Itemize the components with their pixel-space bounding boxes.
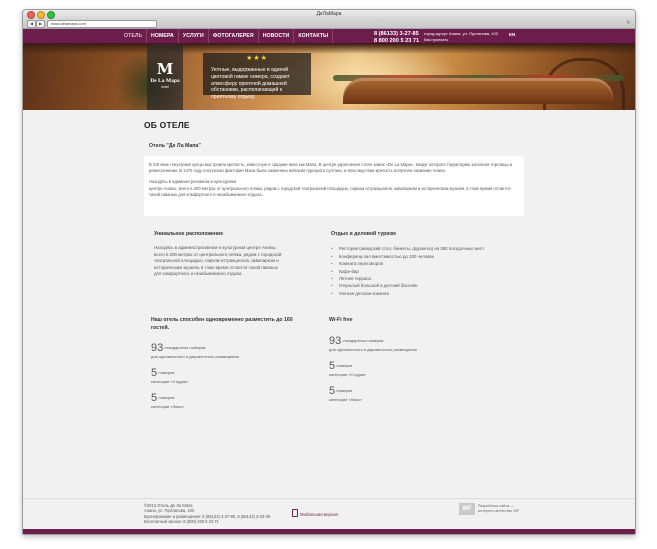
mobile-version-label: Мобильная версия xyxy=(300,512,338,517)
stat-number: 5 xyxy=(329,360,336,373)
intro-paragraph-1: В XIII веке генуэзские купцы выстроили к… xyxy=(149,162,512,174)
stat-lux-rooms: 5 номеров категории «Люкс» xyxy=(151,391,301,409)
back-button[interactable]: ◀ xyxy=(27,20,36,28)
stat-number: 5 xyxy=(151,391,158,404)
page-title: ОБ ОТЕЛЕ xyxy=(144,120,190,130)
stat-number: 93 xyxy=(329,335,342,348)
stat-standard-rooms: 93 стандартных номеров для одноместного … xyxy=(329,335,489,353)
header-address: город-курорт Анапа, ул. Протапова, 102 К… xyxy=(424,31,498,43)
address-bar[interactable]: www.delamara.com xyxy=(47,20,157,28)
menu-item-gallery[interactable]: ФОТОГАЛЕРЕЯ xyxy=(209,29,259,43)
stat-unit: номеров xyxy=(336,363,353,369)
developer-logo[interactable]: WF xyxy=(459,503,475,515)
language-switch[interactable]: EN xyxy=(509,32,515,37)
mobile-version-link[interactable]: Мобильная версия xyxy=(292,509,338,517)
header-phones: 8 (86133) 3-27-85 8 800 200 5 23 71 xyxy=(374,31,419,44)
list-item: Открытый большой и детский бассейн xyxy=(331,282,511,290)
leisure-title: Отдых и деловой туризм xyxy=(331,231,396,237)
leisure-section: Отдых и деловой туризм Ресторан (шведски… xyxy=(331,231,511,298)
developer-credit-line-2: интернет-агентство WF xyxy=(478,509,520,513)
stat-unit: стандартных номеров xyxy=(342,338,384,344)
list-item: Уютная детская комната xyxy=(331,290,511,298)
hero-banner: M De La Mapa hotel ★★★ Уютные, выдержанн… xyxy=(23,44,635,110)
list-item: Летняя терраса xyxy=(331,275,511,283)
forward-button[interactable]: ▶ xyxy=(36,20,45,28)
footer-free-call: Бесплатный звонок: 8 (800) 200 5 23 71 xyxy=(144,519,219,525)
hotel-subtitle: Отель "Де Ла Мапа" xyxy=(149,143,201,149)
menu-item-contacts[interactable]: КОНТАКТЫ xyxy=(294,29,334,43)
stat-description: для одноместного и двухместного размещен… xyxy=(329,347,417,353)
site-header: ОТЕЛЬ НОМЕРА УСЛУГИ ФОТОГАЛЕРЕЯ НОВОСТИ … xyxy=(23,29,635,44)
logo-subtext: hotel xyxy=(161,85,169,89)
stat-studio-rooms: 5 номеров категории «Студия» xyxy=(151,366,301,384)
directions-link[interactable]: Как проехать xyxy=(424,37,498,43)
hero-reception-desk xyxy=(343,78,613,104)
wifi-section: Wi-Fi free 93 стандартных номеров для од… xyxy=(329,317,489,411)
star-rating-icon: ★★★ xyxy=(246,55,268,62)
wifi-title: Wi-Fi free xyxy=(329,317,353,323)
logo-text: De La Mapa xyxy=(150,78,180,84)
stat-unit: номеров xyxy=(336,388,353,394)
phone-1: 8 (86133) 3-27-85 xyxy=(374,31,419,37)
intro-paragraph-2: Находясь в административном и культурном… xyxy=(149,179,519,198)
menu-item-rooms[interactable]: НОМЕРА xyxy=(147,29,179,43)
intro-paragraph-2-line-1: Находясь в административном и культурном xyxy=(149,179,237,185)
menu-item-news[interactable]: НОВОСТИ xyxy=(259,29,295,43)
location-text: Находясь в административном и культурном… xyxy=(154,245,282,277)
stat-description: категории «Студия» xyxy=(329,372,367,378)
leisure-list: Ресторан (шведский стол, банкеты, фуршет… xyxy=(331,245,511,297)
list-item: Ресторан (шведский стол, банкеты, фуршет… xyxy=(331,245,511,253)
intro-block: В XIII веке генуэзские купцы выстроили к… xyxy=(144,156,524,216)
list-item: Конференц-зал вместимостью до 100 челове… xyxy=(331,253,511,261)
footer-info: ©2013 Отель Де Ла Мапа Анапа, ул. Протап… xyxy=(144,503,270,525)
site-logo[interactable]: M De La Mapa hotel xyxy=(147,45,183,110)
stat-studio-rooms: 5 номеров категории «Студия» xyxy=(329,360,489,378)
stat-unit: номеров xyxy=(158,369,175,375)
browser-toolbar: ◀ ▶ www.delamara.com ↻ xyxy=(23,19,635,29)
stat-description: для одноместного и двухместного размещен… xyxy=(151,353,239,359)
stat-standard-rooms: 93 стандартных номеров для одноместного … xyxy=(151,341,301,359)
reload-icon[interactable]: ↻ xyxy=(625,20,632,26)
window-title: ДеЛаМара xyxy=(316,11,342,17)
developer-credit[interactable]: Разработка сайта — интернет-агентство WF xyxy=(478,504,519,514)
stat-number: 93 xyxy=(151,341,164,354)
capacity-title: Наш отель способен одновременно размести… xyxy=(151,317,293,331)
stat-unit: стандартных номеров xyxy=(164,344,206,350)
stat-description: категории «Люкс» xyxy=(151,403,185,409)
stat-description: категории «Студия» xyxy=(151,378,189,384)
capacity-section: Наш отель способен одновременно размести… xyxy=(151,317,301,418)
site-footer: ©2013 Отель Де Ла Мапа Анапа, ул. Протап… xyxy=(23,498,635,534)
main-menu: ОТЕЛЬ НОМЕРА УСЛУГИ ФОТОГАЛЕРЕЯ НОВОСТИ … xyxy=(120,29,334,43)
location-title: Уникальное расположение xyxy=(154,231,224,237)
list-item: Кафе-бар xyxy=(331,268,511,276)
stat-number: 5 xyxy=(329,385,336,398)
menu-item-services[interactable]: УСЛУГИ xyxy=(179,29,209,43)
stat-unit: номеров xyxy=(158,394,175,400)
menu-item-hotel[interactable]: ОТЕЛЬ xyxy=(120,29,147,43)
stat-lux-rooms: 5 номеров категории «Люкс» xyxy=(329,385,489,403)
browser-window: ДеЛаМара ◀ ▶ www.delamara.com ↻ ОТЕЛЬ НО… xyxy=(22,9,636,535)
footer-bar xyxy=(23,529,635,534)
stat-description: категории «Люкс» xyxy=(329,397,363,403)
logo-emblem-icon: M xyxy=(156,60,174,78)
title-bar: ДеЛаМара xyxy=(23,10,635,19)
mobile-phone-icon xyxy=(292,509,298,517)
page-viewport: ОТЕЛЬ НОМЕРА УСЛУГИ ФОТОГАЛЕРЕЯ НОВОСТИ … xyxy=(23,29,635,534)
list-item: Комната переговоров xyxy=(331,260,511,268)
stat-number: 5 xyxy=(151,366,158,379)
location-section: Уникальное расположение Находясь в админ… xyxy=(154,231,282,277)
intro-paragraph-2-line-2: центре Анапы, всего в 200 метрах от цент… xyxy=(149,185,511,197)
hero-caption: ★★★ Уютные, выдержанные в единой цветово… xyxy=(203,53,311,100)
